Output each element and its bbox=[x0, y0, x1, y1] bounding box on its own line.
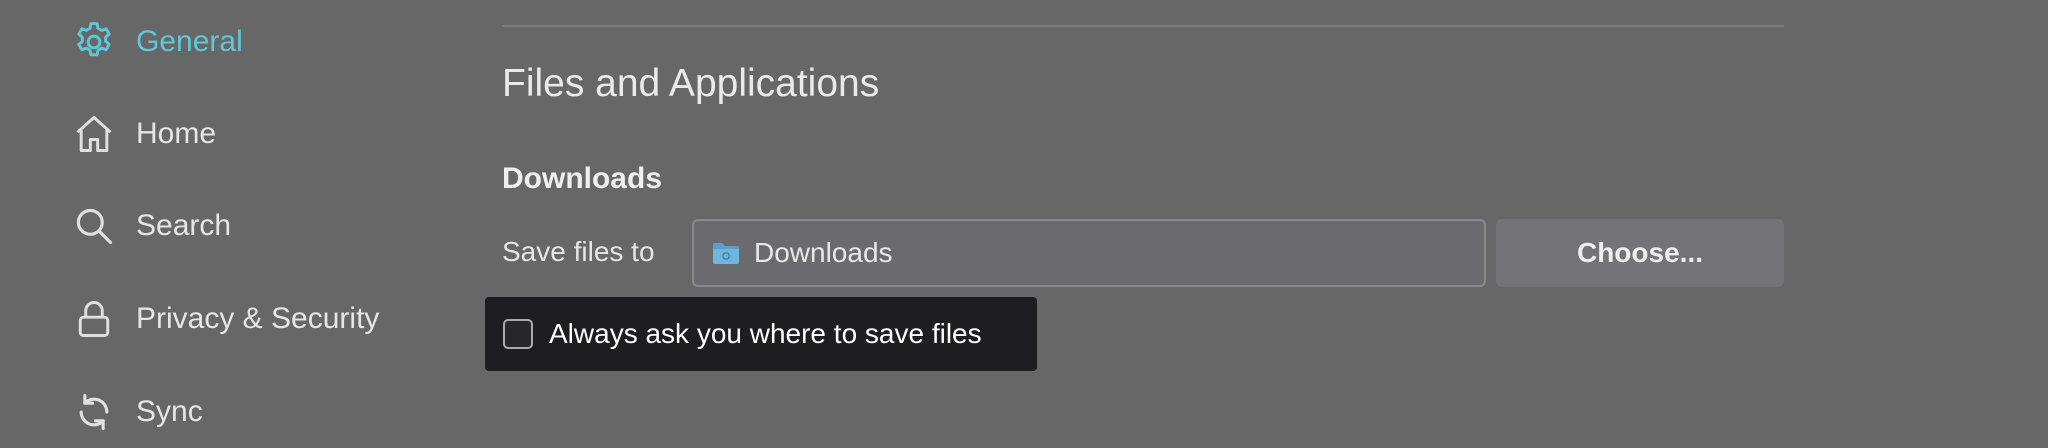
download-folder-value: Downloads bbox=[754, 237, 893, 268]
home-icon bbox=[70, 110, 118, 158]
search-icon bbox=[70, 202, 118, 250]
sidebar: General Home Search Privacy & Security S… bbox=[0, 0, 480, 448]
section-divider bbox=[502, 25, 1784, 27]
sidebar-item-label: General bbox=[136, 25, 243, 58]
lock-icon bbox=[70, 295, 118, 343]
sidebar-item-privacy-security[interactable]: Privacy & Security bbox=[70, 289, 470, 349]
sidebar-item-label: Privacy & Security bbox=[136, 302, 380, 335]
save-files-label: Save files to bbox=[502, 236, 655, 267]
sidebar-item-general[interactable]: General bbox=[70, 12, 470, 72]
always-ask-option[interactable]: Always ask you where to save files bbox=[485, 297, 1037, 371]
choose-button[interactable]: Choose... bbox=[1496, 219, 1784, 287]
gear-icon bbox=[70, 18, 118, 66]
sidebar-item-label: Search bbox=[136, 209, 232, 242]
sidebar-item-search[interactable]: Search bbox=[70, 196, 470, 256]
always-ask-checkbox[interactable] bbox=[503, 319, 533, 349]
sync-icon bbox=[70, 388, 118, 436]
downloads-heading: Downloads bbox=[502, 162, 663, 195]
preferences-page: General Home Search Privacy & Security S… bbox=[0, 0, 2048, 448]
sidebar-item-label: Home bbox=[136, 117, 217, 150]
section-title: Files and Applications bbox=[502, 62, 880, 105]
sidebar-item-home[interactable]: Home bbox=[70, 104, 470, 164]
sidebar-item-sync[interactable]: Sync bbox=[70, 382, 470, 442]
download-folder-field[interactable]: Downloads bbox=[692, 219, 1486, 287]
sidebar-item-label: Sync bbox=[136, 395, 203, 428]
folder-icon bbox=[712, 241, 740, 265]
always-ask-label: Always ask you where to save files bbox=[549, 318, 982, 349]
